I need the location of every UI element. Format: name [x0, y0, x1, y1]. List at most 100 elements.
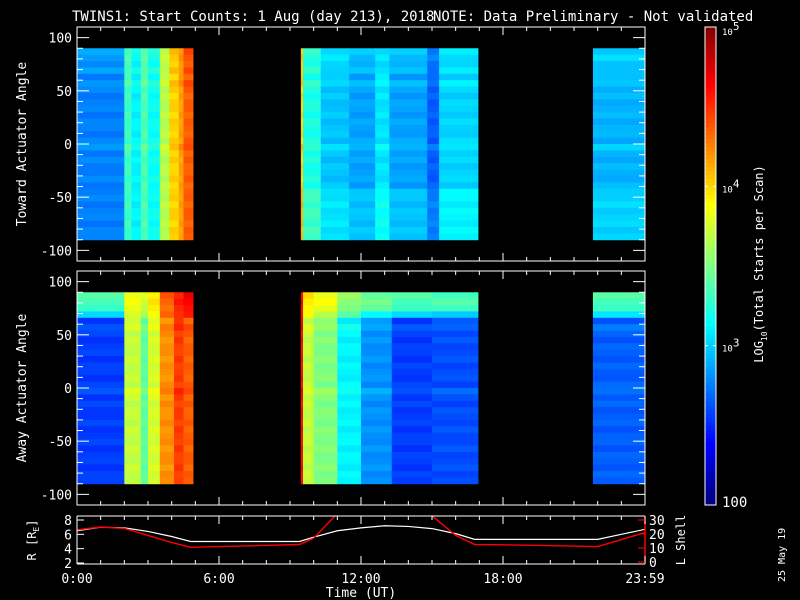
colorbar-segment — [705, 74, 716, 80]
spectrogram-cell — [169, 118, 180, 126]
spectrogram-cell — [183, 131, 194, 139]
spectrogram-cell — [320, 207, 350, 215]
spectrogram-cell — [439, 92, 479, 100]
spectrogram-cell — [592, 61, 646, 68]
spectrogram-cell — [592, 394, 646, 402]
figure-canvas: TWINS1: Start Counts: 1 Aug (day 213), 2… — [15, 9, 788, 600]
colorbar-segment — [705, 469, 716, 474]
spectrogram-cell — [77, 80, 125, 88]
spectrogram-cell — [183, 388, 194, 395]
spectrogram-cell — [131, 86, 142, 94]
spectrogram-cell — [131, 201, 142, 209]
spectrogram-cell — [303, 214, 322, 222]
spectrogram-cell — [439, 99, 479, 107]
colorbar-segment — [705, 321, 716, 327]
spectrogram-cell — [77, 451, 125, 459]
spectrogram-cell — [337, 305, 362, 312]
spectrogram-cell — [313, 400, 338, 408]
spectrogram-cell — [320, 131, 350, 139]
spectrogram-cell — [131, 144, 142, 151]
spectrogram-cell — [427, 201, 440, 209]
spectrogram-cell — [148, 419, 161, 427]
spectrogram-cell — [313, 375, 338, 383]
spectrogram-cell — [174, 305, 184, 312]
spectrogram-cell — [124, 470, 142, 478]
spectrogram-cell — [140, 305, 149, 312]
colorbar-segment — [705, 126, 716, 132]
spectrogram-cell — [140, 86, 149, 94]
spectrogram-cell — [592, 99, 646, 107]
colorbar-segment — [705, 417, 716, 422]
spectrogram-cell — [159, 131, 170, 139]
spectrogram-cell — [427, 163, 440, 171]
spectrogram-cell — [389, 118, 428, 126]
spectrogram-cell — [391, 413, 433, 421]
spectrogram-cell — [592, 311, 646, 319]
spectrogram-cell — [124, 336, 142, 344]
spectrogram-cell — [303, 375, 315, 383]
spectrogram-cell — [313, 317, 338, 325]
spectrogram-cell — [592, 298, 646, 306]
spectrogram-cell — [439, 156, 479, 164]
spectrogram-cell — [174, 311, 184, 319]
spectrogram-cell — [303, 343, 315, 351]
spectrogram-cell — [183, 214, 194, 222]
spectrogram-cell — [439, 48, 479, 56]
colorbar-label-prefix: LOG — [752, 341, 766, 363]
spectrogram-cell — [389, 214, 428, 222]
spectrogram-cell — [131, 92, 142, 100]
spectrogram-cell — [439, 86, 479, 94]
colorbar-segment — [705, 150, 716, 156]
colorbar-segment — [705, 461, 716, 466]
spectrogram-cell — [592, 182, 646, 190]
l-shell-line — [77, 516, 645, 549]
spectrogram-cell — [361, 400, 393, 408]
spectrogram-cell — [391, 445, 433, 453]
spectrogram-cell — [174, 400, 184, 408]
spectrogram-cell — [159, 419, 175, 427]
spectrogram-cell — [174, 330, 184, 338]
colorbar-segment — [705, 333, 716, 339]
spectrogram-cell — [124, 330, 142, 338]
spectrogram-cell — [313, 419, 338, 427]
colorbar-segment — [705, 38, 716, 44]
colorbar-segment — [705, 50, 716, 56]
spectrogram-cell — [77, 343, 125, 351]
spectrogram-cell — [159, 150, 170, 158]
spectrogram-cell — [77, 201, 125, 209]
spectrogram-cell — [391, 336, 433, 344]
spectrogram-cell — [303, 311, 315, 319]
spectrogram-cell — [169, 233, 180, 241]
spectrogram-cell — [183, 356, 194, 363]
spectrogram-cell — [140, 458, 149, 466]
spectrogram-cell — [375, 112, 390, 119]
spectrogram-cell — [427, 105, 440, 113]
spectrogram-cell — [148, 381, 161, 389]
spectrogram-cell — [432, 394, 479, 402]
spectrogram-cell — [77, 214, 125, 222]
spectrogram-cell — [124, 188, 132, 196]
spectrogram-cell — [174, 451, 184, 459]
spectrogram-cell — [313, 445, 338, 453]
spectrogram-cell — [174, 413, 184, 421]
spectrogram-cell — [375, 220, 390, 228]
y-tick-label: 0 — [64, 138, 72, 153]
spectrogram-cell — [391, 439, 433, 446]
spectrogram-cell — [313, 470, 338, 478]
colorbar-segment — [705, 473, 716, 478]
colorbar-segment — [705, 425, 716, 430]
spectrogram-cell — [159, 233, 170, 241]
spectrogram-cell — [159, 439, 175, 446]
spectrogram-cell — [439, 73, 479, 81]
spectrogram-cell — [592, 324, 646, 332]
spectrogram-cell — [313, 356, 338, 363]
spectrogram-cell — [303, 477, 315, 485]
spectrogram-cell — [313, 381, 338, 389]
spectrogram-cell — [148, 298, 161, 306]
colorbar-segment — [705, 106, 716, 112]
spectrogram-cell — [391, 470, 433, 478]
spectrogram-cell — [131, 169, 142, 177]
spectrogram-cell — [432, 445, 479, 453]
spectrogram-cell — [427, 182, 440, 190]
orbit-panel: 2468 0102030 R [RE] L Shell 0:00 6:00 12:00 18:… — [25, 514, 688, 587]
